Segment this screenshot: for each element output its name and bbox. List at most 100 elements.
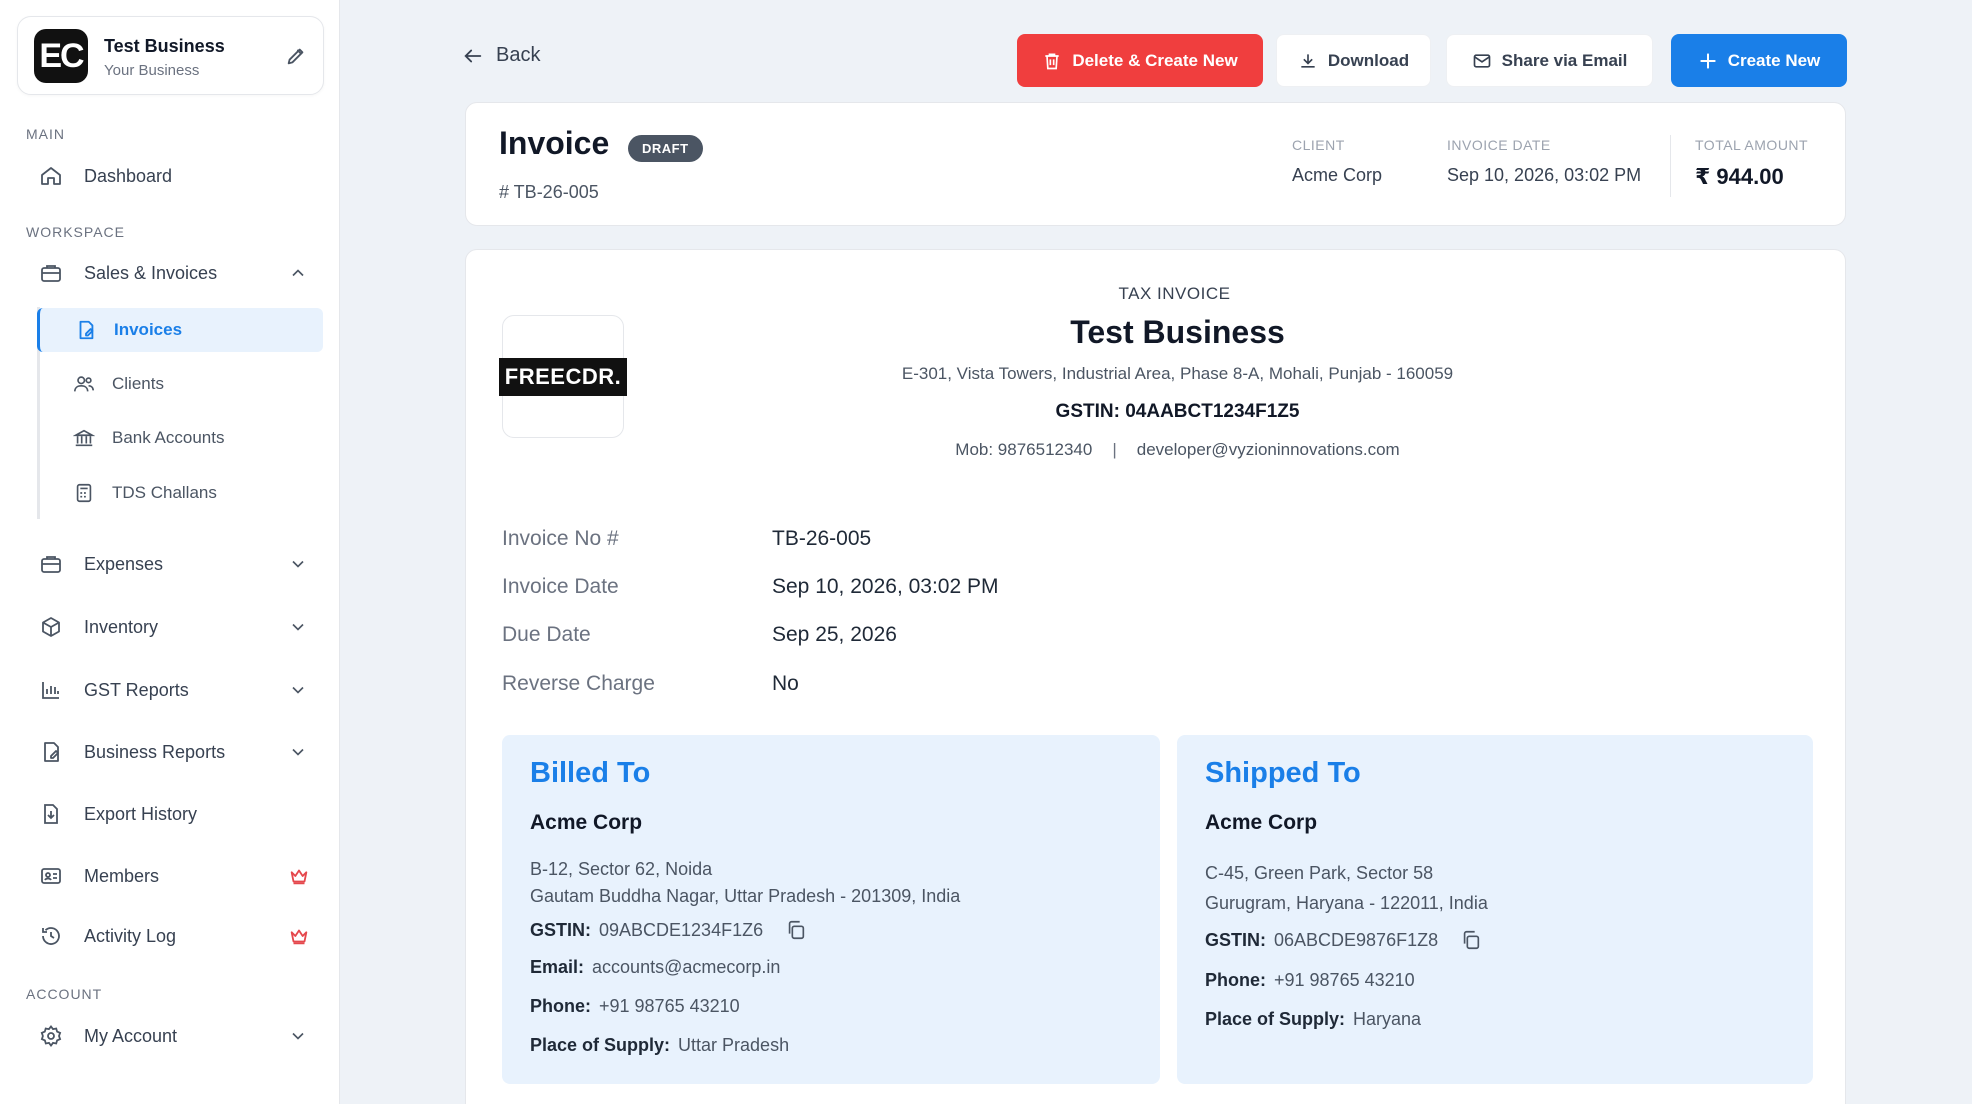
briefcase-icon xyxy=(38,260,64,286)
place-of-supply-value: Uttar Pradesh xyxy=(678,1035,790,1055)
create-new-button[interactable]: Create New xyxy=(1671,34,1847,87)
phone-value: +91 98765 43210 xyxy=(599,996,740,1016)
gear-icon xyxy=(38,1023,64,1049)
divider xyxy=(1670,135,1671,197)
copy-icon[interactable] xyxy=(785,919,807,941)
phone-label: Phone: xyxy=(530,996,591,1016)
invoice-number: # TB-26-005 xyxy=(499,182,599,202)
section-label-main: MAIN xyxy=(26,126,65,142)
chevron-down-icon xyxy=(288,1026,308,1046)
total-amount-label: TOTAL AMOUNT xyxy=(1695,137,1809,153)
shipped-to-address-line1: C-45, Green Park, Sector 58 xyxy=(1205,863,1434,883)
sidebar: EC Test Business Your Business MAIN Dash… xyxy=(0,0,340,1104)
gstin-label: GSTIN: xyxy=(530,919,591,940)
invoice-date-value: Sep 10, 2026, 03:02 PM xyxy=(1447,165,1642,185)
copy-icon[interactable] xyxy=(1460,929,1482,951)
sidebar-item-my-account[interactable]: My Account xyxy=(26,1014,324,1058)
invoice-summary-card: Invoice DRAFT # TB-26-005 CLIENT Acme Co… xyxy=(465,102,1846,226)
contact-separator: | xyxy=(1112,440,1117,459)
wallet-icon xyxy=(38,551,64,577)
detail-value: Sep 25, 2026 xyxy=(772,623,897,646)
mail-icon xyxy=(1472,51,1492,71)
export-icon xyxy=(38,801,64,827)
shipped-to-title: Shipped To xyxy=(1205,757,1361,789)
sidebar-item-label: Bank Accounts xyxy=(112,428,225,447)
place-of-supply-value: Haryana xyxy=(1353,1009,1422,1029)
shipped-to-gstin: GSTIN: 06ABCDE9876F1Z8 xyxy=(1205,929,1482,951)
business-name: Test Business xyxy=(104,36,225,56)
sidebar-item-label: TDS Challans xyxy=(112,483,217,502)
sidebar-item-inventory[interactable]: Inventory xyxy=(26,605,324,649)
share-email-label: Share via Email xyxy=(1501,50,1628,70)
plus-icon xyxy=(1698,51,1718,71)
sidebar-item-export-history[interactable]: Export History xyxy=(26,792,324,836)
pencil-icon[interactable] xyxy=(285,45,307,67)
shipped-to-name: Acme Corp xyxy=(1205,811,1318,834)
sidebar-item-activity-log[interactable]: Activity Log xyxy=(26,914,324,958)
section-label-workspace: WORKSPACE xyxy=(26,224,125,240)
download-button[interactable]: Download xyxy=(1276,34,1431,87)
delete-create-new-button[interactable]: Delete & Create New xyxy=(1017,34,1263,87)
place-of-supply-label: Place of Supply: xyxy=(1205,1009,1346,1029)
sidebar-item-label: Expenses xyxy=(84,553,164,574)
users-icon xyxy=(72,372,96,396)
sidebar-item-business-reports[interactable]: Business Reports xyxy=(26,730,324,774)
business-subtitle: Your Business xyxy=(104,62,200,79)
sidebar-item-label: Clients xyxy=(112,374,164,393)
gstin-value: 06ABCDE9876F1Z8 xyxy=(1274,929,1439,950)
place-of-supply-label: Place of Supply: xyxy=(530,1035,671,1055)
document-business-address: E-301, Vista Towers, Industrial Area, Ph… xyxy=(901,364,1454,383)
billed-to-title: Billed To xyxy=(530,757,651,789)
create-new-label: Create New xyxy=(1727,50,1821,70)
bank-icon xyxy=(72,426,96,450)
document-heading: TAX INVOICE xyxy=(1118,284,1231,303)
status-badge: DRAFT xyxy=(628,135,703,162)
sidebar-item-label: Business Reports xyxy=(84,741,226,762)
chevron-up-icon xyxy=(288,263,308,283)
client-value: Acme Corp xyxy=(1292,165,1383,185)
invoice-date-label: INVOICE DATE xyxy=(1447,137,1551,153)
sidebar-item-expenses[interactable]: Expenses xyxy=(26,542,324,586)
business-email: developer@vyzioninnovations.com xyxy=(1136,440,1400,459)
business-logo: EC xyxy=(34,29,88,83)
arrow-left-icon xyxy=(462,45,484,67)
sidebar-item-clients[interactable]: Clients xyxy=(38,362,324,406)
detail-label: Invoice Date xyxy=(502,575,619,598)
sidebar-item-sales-invoices[interactable]: Sales & Invoices xyxy=(26,251,324,295)
sidebar-item-members[interactable]: Members xyxy=(26,854,324,898)
shipped-to-phone: Phone: +91 98765 43210 xyxy=(1205,970,1415,991)
chevron-down-icon xyxy=(288,617,308,637)
history-icon xyxy=(38,923,64,949)
page-title: Invoice xyxy=(499,125,610,161)
invoice-document: FREECDR. TAX INVOICE Test Business E-301… xyxy=(465,249,1846,1104)
download-label: Download xyxy=(1327,50,1410,70)
sidebar-item-label: Invoices xyxy=(114,320,183,339)
phone-label: Phone: xyxy=(1205,970,1266,990)
back-label: Back xyxy=(496,44,541,66)
detail-value: TB-26-005 xyxy=(772,527,872,550)
sidebar-item-dashboard[interactable]: Dashboard xyxy=(26,154,324,198)
detail-value: No xyxy=(772,672,799,695)
sidebar-item-tds-challans[interactable]: TDS Challans xyxy=(38,471,324,515)
back-button[interactable]: Back xyxy=(462,44,540,67)
report-icon xyxy=(38,739,64,765)
download-icon xyxy=(1298,51,1318,71)
detail-label: Due Date xyxy=(502,623,591,646)
shipped-to-panel: Shipped To Acme Corp C-45, Green Park, S… xyxy=(1177,735,1813,1084)
sidebar-item-label: GST Reports xyxy=(84,679,189,700)
gstin-value: 09ABCDE1234F1Z6 xyxy=(599,919,764,940)
gstin-label: GSTIN: xyxy=(1205,929,1266,950)
share-email-button[interactable]: Share via Email xyxy=(1446,34,1653,87)
document-business-gstin: GSTIN: 04AABCT1234F1Z5 xyxy=(1055,401,1300,422)
business-switcher[interactable]: EC Test Business Your Business xyxy=(17,16,324,95)
email-value: accounts@acmecorp.in xyxy=(592,957,781,977)
sidebar-item-bank-accounts[interactable]: Bank Accounts xyxy=(38,416,324,460)
bar-chart-icon xyxy=(38,677,64,703)
sidebar-item-invoices[interactable]: Invoices xyxy=(37,308,323,352)
document-contact-line: Mob: 9876512340 | developer@vyzioninnovati… xyxy=(466,440,1847,460)
email-label: Email: xyxy=(530,957,585,977)
chevron-down-icon xyxy=(288,554,308,574)
chevron-down-icon xyxy=(288,742,308,762)
sidebar-item-gst-reports[interactable]: GST Reports xyxy=(26,668,324,712)
sidebar-item-label: My Account xyxy=(84,1025,178,1046)
